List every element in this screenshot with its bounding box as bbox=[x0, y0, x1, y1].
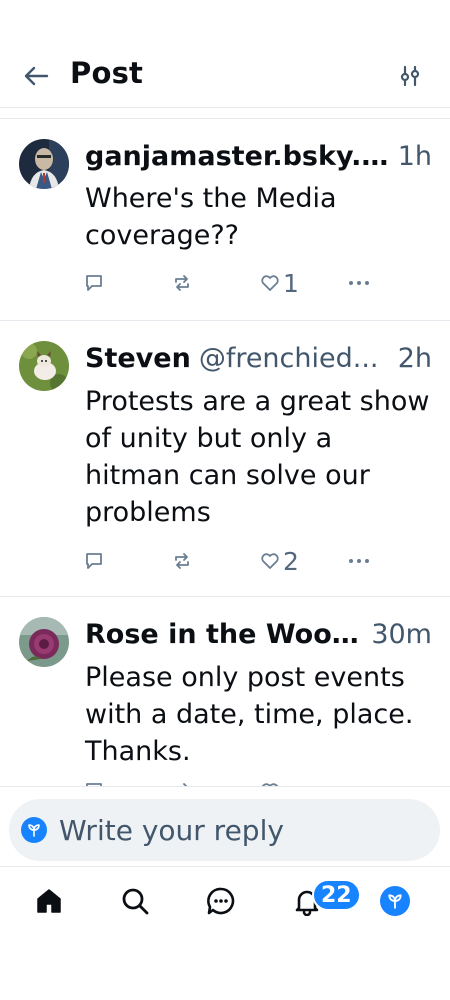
post-item[interactable]: Steven @frenchied... 2h Protests are a g… bbox=[0, 321, 450, 597]
repost-button[interactable] bbox=[172, 547, 192, 575]
reply-composer: Write your reply bbox=[0, 786, 450, 866]
reply-icon bbox=[84, 273, 104, 293]
empty-area bbox=[0, 942, 450, 1000]
post-text: Where's the Media coverage?? bbox=[85, 183, 337, 251]
post-actions: 2 bbox=[84, 546, 384, 576]
post-header: Steven @frenchied... 2h bbox=[85, 343, 432, 377]
home-icon[interactable] bbox=[31, 883, 67, 919]
reply-input[interactable]: Write your reply bbox=[9, 799, 440, 861]
repost-button[interactable] bbox=[172, 269, 192, 297]
profile-icon bbox=[380, 886, 410, 916]
post-time: 30m bbox=[371, 619, 432, 650]
reply-icon bbox=[84, 551, 104, 571]
like-button[interactable]: 1 bbox=[260, 268, 299, 298]
like-count: 1 bbox=[283, 268, 299, 298]
ellipsis-icon bbox=[348, 558, 370, 564]
post-header: Rose in the Wood.. 30m bbox=[85, 619, 432, 653]
like-button[interactable]: 2 bbox=[260, 546, 299, 576]
author-name[interactable]: Rose in the Wood.. bbox=[85, 619, 369, 650]
heart-icon bbox=[260, 273, 280, 293]
user-avatar-icon bbox=[21, 817, 47, 843]
heart-icon bbox=[260, 551, 280, 571]
reply-button[interactable] bbox=[84, 547, 104, 575]
ellipsis-icon bbox=[348, 280, 370, 286]
post-actions: 1 bbox=[84, 268, 384, 298]
repost-icon bbox=[172, 273, 192, 293]
sliders-icon[interactable] bbox=[397, 62, 423, 90]
avatar[interactable] bbox=[19, 139, 69, 189]
avatar[interactable] bbox=[19, 341, 69, 391]
top-header: Post bbox=[0, 0, 450, 108]
like-count: 2 bbox=[283, 546, 299, 576]
avatar[interactable] bbox=[19, 617, 69, 667]
search-icon[interactable] bbox=[117, 883, 153, 919]
profile-avatar[interactable] bbox=[377, 883, 413, 919]
notification-badge: 22 bbox=[312, 879, 361, 911]
chat-icon[interactable] bbox=[203, 883, 239, 919]
author-name[interactable]: Steven bbox=[85, 343, 191, 374]
post-time: 1h bbox=[397, 141, 432, 172]
more-options-button[interactable] bbox=[348, 269, 370, 297]
reply-button[interactable] bbox=[84, 269, 104, 297]
more-options-button[interactable] bbox=[348, 547, 370, 575]
page-title: Post bbox=[70, 56, 144, 90]
arrow-left-icon[interactable] bbox=[22, 62, 50, 90]
post-item[interactable]: ganjamaster.bsky.s.. 1h Where's the Medi… bbox=[0, 119, 450, 321]
post-time: 2h bbox=[397, 343, 432, 374]
post-text: Protests are a great show of unity but o… bbox=[85, 386, 430, 528]
bottom-nav: 22 bbox=[0, 866, 450, 942]
post-thread-screen: Post ganjamaster.bsky.s.. 1h Where's the… bbox=[0, 0, 450, 1000]
post-text: Please only post events with a date, tim… bbox=[85, 662, 414, 767]
post-item[interactable]: Rose in the Wood.. 30m Please only post … bbox=[0, 597, 450, 787]
author-handle[interactable]: @frenchied... bbox=[199, 343, 396, 374]
reply-placeholder: Write your reply bbox=[59, 813, 284, 847]
repost-icon bbox=[172, 551, 192, 571]
author-name[interactable]: ganjamaster.bsky.s.. bbox=[85, 141, 396, 172]
post-header: ganjamaster.bsky.s.. 1h bbox=[85, 141, 432, 175]
